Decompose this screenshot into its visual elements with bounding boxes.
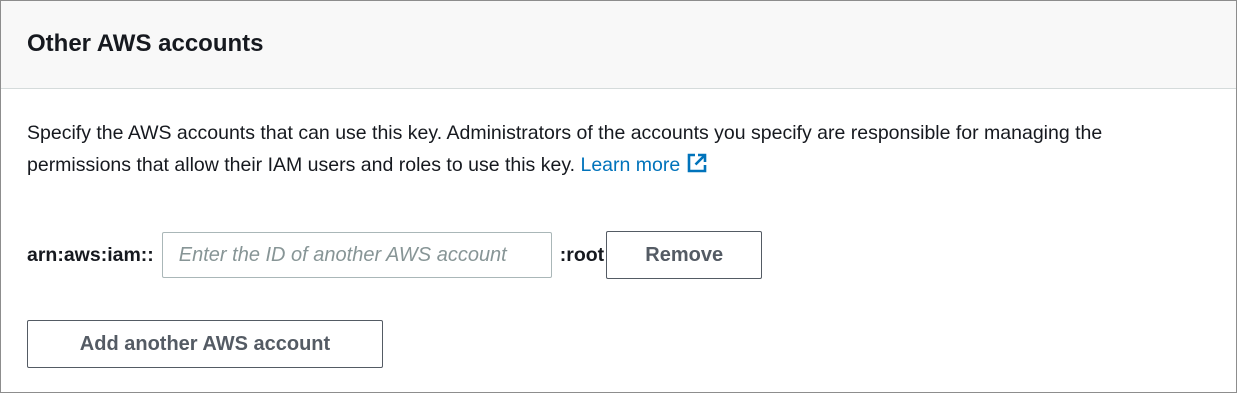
- add-another-account-button[interactable]: Add another AWS account: [27, 320, 383, 368]
- panel-header: Other AWS accounts: [1, 1, 1236, 89]
- external-link-icon: [686, 152, 708, 184]
- arn-suffix-label: :root: [559, 243, 605, 266]
- learn-more-label: Learn more: [580, 154, 681, 176]
- panel-title: Other AWS accounts: [27, 29, 264, 57]
- account-arn-row: arn:aws:iam:: :root Remove: [27, 231, 763, 279]
- description-text: Specify the AWS accounts that can use th…: [27, 122, 1103, 176]
- other-aws-accounts-panel: Other AWS accounts Specify the AWS accou…: [0, 0, 1237, 393]
- account-id-input[interactable]: [161, 232, 552, 278]
- arn-prefix-label: arn:aws:iam::: [27, 243, 154, 266]
- remove-button[interactable]: Remove: [606, 231, 763, 279]
- learn-more-link[interactable]: Learn more: [580, 153, 708, 176]
- panel-description: Specify the AWS accounts that can use th…: [27, 117, 1207, 184]
